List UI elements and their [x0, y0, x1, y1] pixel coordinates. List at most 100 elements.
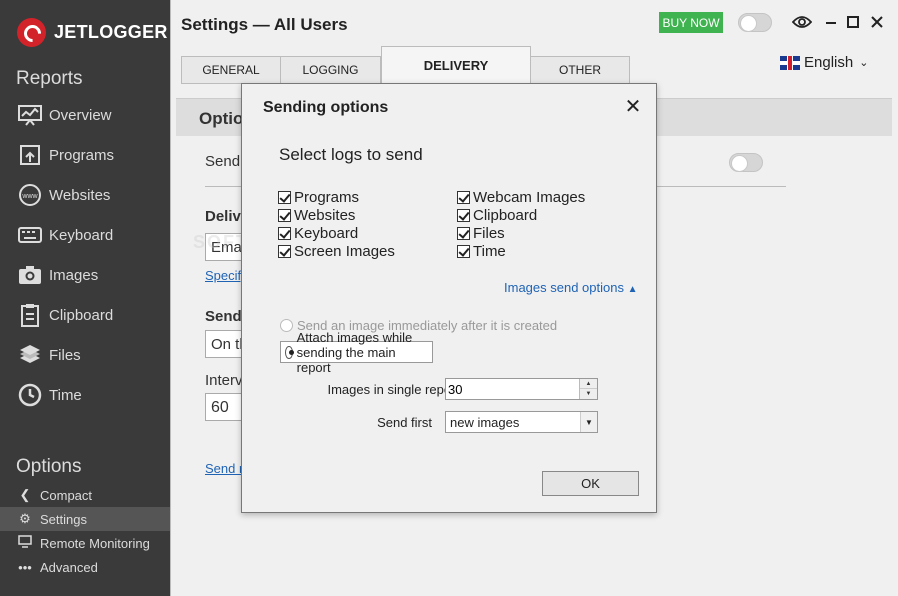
app-name: JETLOGGER [54, 22, 168, 42]
checkbox-clipboard[interactable]: Clipboard [457, 207, 537, 224]
send-heading: Send [205, 308, 242, 325]
tab-logging[interactable]: LOGGING [280, 56, 381, 84]
app-logo: JETLOGGER [17, 18, 168, 47]
monitor-icon [17, 535, 33, 551]
images-in-report-label: Images in single report [327, 382, 459, 397]
images-send-options-link[interactable]: Images send options ▲ [504, 280, 638, 295]
chevron-up-icon: ▲ [627, 284, 638, 295]
close-icon[interactable] [867, 12, 887, 32]
dropdown-arrow-icon: ▼ [580, 412, 597, 432]
options-title: Options [16, 456, 82, 477]
sending-options-dialog: Sending options ✕ Select logs to send Pr… [241, 83, 657, 513]
keyboard-icon [17, 222, 43, 248]
sidebar-item-label: Programs [49, 146, 115, 164]
sidebar-item-clipboard[interactable]: Clipboard [0, 295, 170, 335]
send-first-select[interactable]: new images ▼ [445, 411, 598, 433]
sidebar-item-websites[interactable]: www Websites [0, 175, 170, 215]
ok-button[interactable]: OK [542, 471, 639, 496]
sidebar-item-label: Settings [40, 511, 87, 527]
checkbox-checked-icon [278, 209, 291, 222]
checkbox-programs[interactable]: Programs [278, 189, 359, 206]
delivery-heading: Deliv [205, 208, 241, 225]
sidebar-item-label: Keyboard [49, 226, 114, 244]
checkbox-websites[interactable]: Websites [278, 207, 355, 224]
checkbox-label: Clipboard [473, 207, 538, 224]
sidebar-item-files[interactable]: Files [0, 335, 170, 375]
checkbox-checked-icon [278, 191, 291, 204]
camera-icon [17, 262, 43, 288]
checkbox-files[interactable]: Files [457, 225, 505, 242]
send-first-value: new images [450, 415, 520, 430]
checkbox-screen-images[interactable]: Screen Images [278, 243, 395, 260]
send-label: Send [205, 153, 241, 170]
checkbox-label: Keyboard [294, 225, 359, 242]
clipboard-icon [17, 302, 43, 328]
decrement-icon[interactable]: ▼ [580, 389, 597, 399]
sidebar-item-compact[interactable]: ❮ Compact [0, 483, 170, 507]
header-toggle[interactable] [738, 13, 772, 32]
checkbox-time[interactable]: Time [457, 243, 506, 260]
checkbox-label: Files [473, 225, 505, 242]
sidebar-item-label: Websites [49, 186, 111, 204]
svg-text:www: www [21, 193, 38, 200]
sidebar-item-label: Compact [40, 487, 93, 503]
radio-label: Attach images while sending the main rep… [296, 329, 413, 375]
checkbox-label: Time [473, 243, 506, 260]
close-icon[interactable]: ✕ [622, 95, 644, 118]
radio-icon [280, 319, 293, 332]
stepper-buttons: ▲ ▼ [579, 379, 597, 399]
send-report-link[interactable]: Send r [205, 461, 243, 476]
tab-general[interactable]: GENERAL [181, 56, 281, 84]
checkbox-label: Screen Images [294, 243, 395, 260]
checkbox-keyboard[interactable]: Keyboard [278, 225, 358, 242]
language-label: English [804, 54, 854, 71]
sidebar-item-settings[interactable]: ⚙ Settings [0, 507, 170, 531]
chevron-down-icon: ⌄ [859, 57, 869, 69]
increment-icon[interactable]: ▲ [580, 379, 597, 389]
checkbox-checked-icon [457, 227, 470, 240]
checkbox-label: Programs [294, 189, 360, 206]
images-in-report-stepper[interactable]: ▲ ▼ [445, 378, 598, 400]
sidebar-item-advanced[interactable]: ••• Advanced [0, 555, 170, 579]
chevron-left-icon: ❮ [19, 487, 31, 502]
overview-icon [17, 102, 43, 128]
buy-now-button[interactable]: BUY NOW [659, 12, 723, 33]
sidebar-item-label: Time [49, 386, 82, 404]
sidebar-item-label: Images [49, 266, 99, 284]
checkbox-checked-icon [457, 209, 470, 222]
tab-other[interactable]: OTHER [530, 56, 630, 84]
sidebar-item-time[interactable]: Time [0, 375, 170, 415]
checkbox-checked-icon [457, 191, 470, 204]
files-icon [17, 342, 43, 368]
checkbox-checked-icon [457, 245, 470, 258]
sidebar-item-remote-monitoring[interactable]: Remote Monitoring [0, 531, 170, 555]
sidebar: JETLOGGER Reports Overview Programs www … [0, 0, 170, 596]
sidebar-item-overview[interactable]: Overview [0, 95, 170, 135]
sidebar-item-label: Files [49, 346, 81, 364]
interval-label: Interv [205, 372, 243, 389]
logo-icon [17, 18, 46, 47]
sidebar-item-programs[interactable]: Programs [0, 135, 170, 175]
checkbox-checked-icon [278, 227, 291, 240]
send-toggle[interactable] [729, 153, 763, 172]
send-first-label: Send first [377, 415, 432, 430]
checkbox-webcam-images[interactable]: Webcam Images [457, 189, 585, 206]
tab-delivery[interactable]: DELIVERY [381, 46, 531, 84]
websites-icon: www [17, 182, 43, 208]
sidebar-item-keyboard[interactable]: Keyboard [0, 215, 170, 255]
language-selector[interactable]: English ⌄ [780, 54, 868, 71]
minimize-icon[interactable] [821, 12, 841, 32]
sidebar-item-label: Clipboard [49, 306, 114, 324]
uk-flag-icon [780, 55, 800, 70]
images-in-report-input[interactable] [446, 379, 580, 399]
maximize-icon[interactable] [843, 12, 863, 32]
programs-icon [17, 142, 43, 168]
images-send-options-label: Images send options [504, 280, 624, 295]
eye-icon[interactable] [792, 12, 812, 32]
dialog-subtitle: Select logs to send [279, 145, 423, 164]
sidebar-item-images[interactable]: Images [0, 255, 170, 295]
sidebar-item-label: Remote Monitoring [40, 535, 150, 551]
radio-attach-images[interactable]: Attach images while sending the main rep… [280, 330, 433, 375]
gear-icon: ⚙ [19, 511, 31, 526]
clock-icon [17, 382, 43, 408]
